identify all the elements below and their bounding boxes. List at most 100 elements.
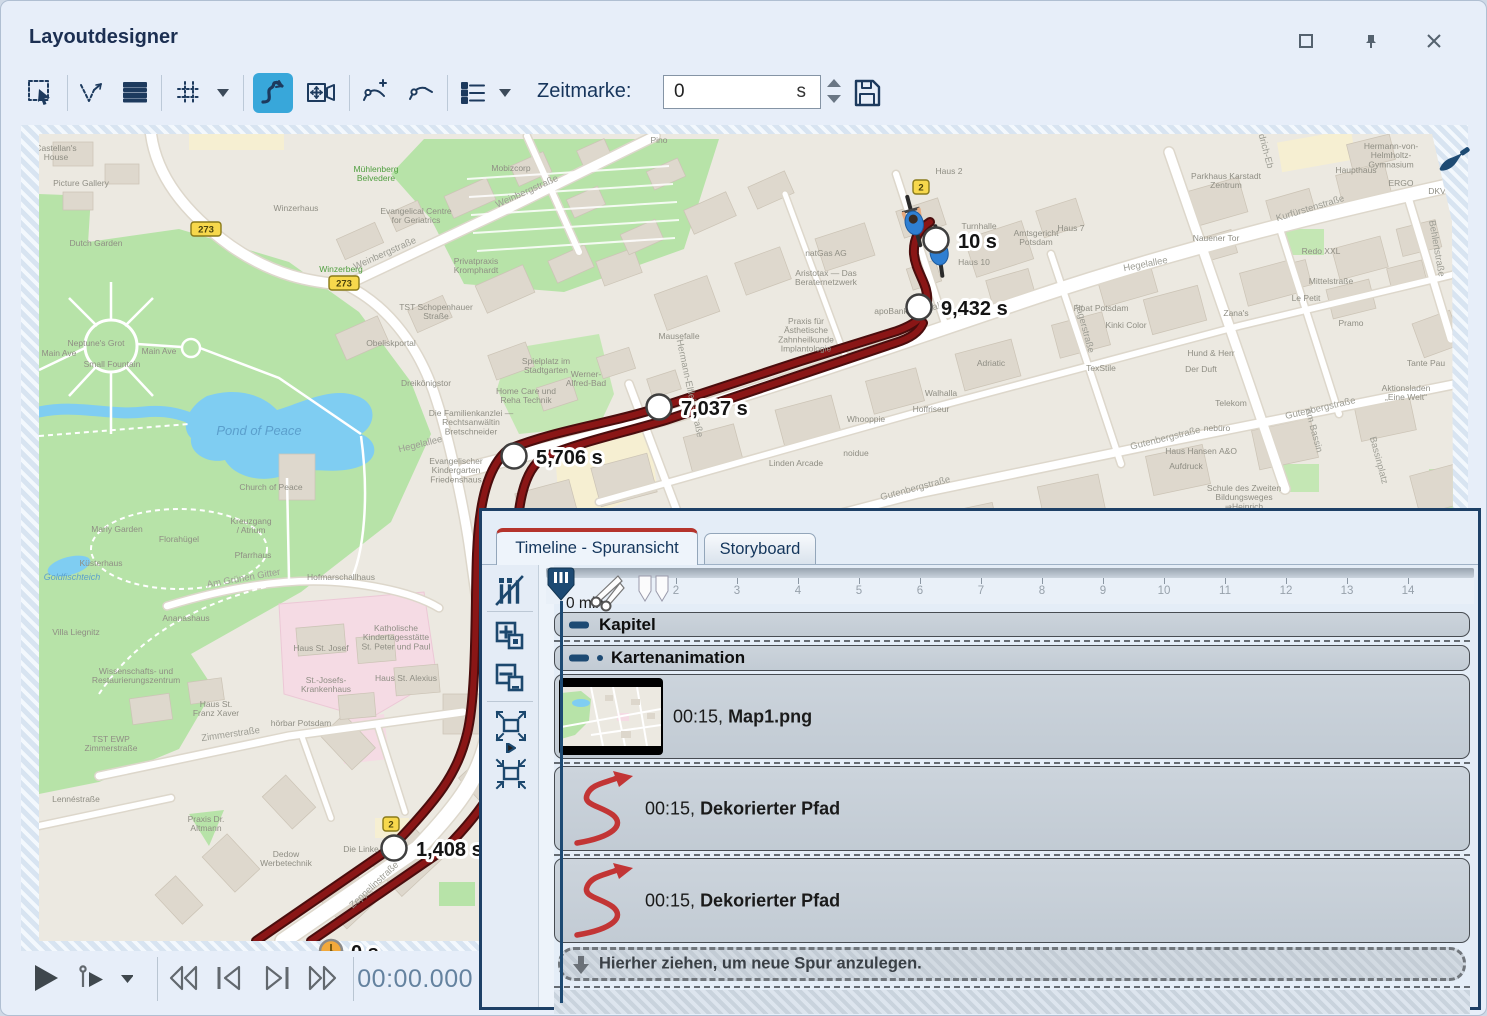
- save-button[interactable]: [847, 73, 887, 113]
- play-icon: [31, 963, 61, 993]
- track-display-options-button[interactable]: [494, 573, 526, 607]
- map-label: Küsterhaus: [80, 558, 123, 568]
- drop-arrow-icon: [571, 955, 591, 975]
- play-button[interactable]: [27, 961, 65, 995]
- clip-dekorierter-pfad-1[interactable]: 00:15, Dekorierter Pfad: [554, 766, 1470, 851]
- edit-path-points-icon: [77, 79, 105, 107]
- close-button[interactable]: [1417, 27, 1451, 55]
- map-label: Pino: [650, 135, 667, 145]
- ruler-number: 7: [978, 585, 984, 597]
- tab-storyboard[interactable]: Storyboard: [704, 533, 816, 565]
- map-label: Mittelstraße: [1309, 276, 1354, 286]
- clip-map1[interactable]: 00:15, Map1.png: [554, 674, 1470, 759]
- ruler-tick: [1286, 578, 1287, 584]
- map-label: Picture Gallery: [53, 178, 109, 188]
- tab-timeline-spuransicht[interactable]: Timeline - Spuransicht: [496, 528, 698, 565]
- map-label: apoBank: [874, 306, 908, 316]
- time-marker[interactable]: [502, 444, 527, 469]
- add-path-node-icon: [361, 79, 389, 107]
- map-label: Le Petit: [1292, 293, 1321, 303]
- grid-button[interactable]: [169, 73, 209, 113]
- skip-to-end-button[interactable]: [257, 961, 295, 995]
- toolbar: Zeitmarke: s: [1, 65, 1486, 123]
- ruler-tick: [1103, 578, 1104, 584]
- camera-pan-icon: [306, 78, 336, 108]
- grid-icon: [175, 79, 203, 107]
- play-options-caret[interactable]: [121, 975, 133, 983]
- map-label: Haus 2: [936, 166, 963, 176]
- map-label: Hermann-von-Helmholtz-Gymnasium: [1364, 141, 1418, 169]
- map-label: Wissenschafts- undRestaurierungszentrum: [92, 666, 180, 685]
- skip-to-start-button[interactable]: [211, 961, 249, 995]
- clip-duration: 00:15,: [645, 798, 695, 818]
- map-label: Ananashaus: [162, 613, 209, 623]
- timeline-ruler[interactable]: 234567891011121314: [546, 578, 1474, 604]
- ruler-groove: [546, 568, 1474, 578]
- add-path-node-button[interactable]: [355, 73, 395, 113]
- cut-tool-icon[interactable]: [588, 573, 628, 613]
- object-list-dropdown-caret[interactable]: [499, 89, 511, 97]
- map-label: noidue: [843, 448, 869, 458]
- map-label: Mausefalle: [658, 331, 699, 341]
- time-marker[interactable]: [382, 836, 407, 861]
- map-label: Aristotax — DasBeraternetzwerk: [795, 268, 858, 287]
- maximize-button[interactable]: [1289, 27, 1323, 55]
- map-label: Hund & Herr: [1187, 348, 1234, 358]
- zeitmarke-spinner[interactable]: [825, 77, 843, 107]
- draw-curve-icon: [258, 78, 288, 108]
- map-label: Spielplatz imStadtgarten: [522, 356, 570, 375]
- tab-label: Timeline - Spuransicht: [515, 539, 679, 558]
- track-stack-icon: [121, 79, 149, 107]
- ruler-number: 14: [1402, 585, 1415, 597]
- collapse-badge[interactable]: [569, 621, 589, 628]
- map-label: Aufdruck: [1169, 461, 1203, 471]
- timeline-panel: Timeline - Spuransicht Storyboard: [479, 508, 1481, 1010]
- map-label: Neptune's Grot: [68, 338, 126, 348]
- map-label: Obeliskportal: [366, 338, 416, 348]
- clip-dekorierter-pfad-2[interactable]: 00:15, Dekorierter Pfad: [554, 858, 1470, 943]
- map-label: Die Linke: [343, 844, 379, 854]
- zeitmarke-input[interactable]: [672, 80, 776, 104]
- pin-button[interactable]: [1354, 27, 1388, 55]
- time-marker-label: 10 s: [958, 231, 997, 253]
- edit-path-points-button[interactable]: [71, 73, 111, 113]
- collapse-badge[interactable]: [569, 655, 589, 662]
- save-icon: [851, 77, 883, 109]
- split-tool-icon[interactable]: [638, 575, 672, 603]
- playhead-line[interactable]: [560, 601, 563, 1003]
- corner-path-node-button[interactable]: [401, 73, 441, 113]
- object-list-button[interactable]: [453, 73, 493, 113]
- time-marker[interactable]: [647, 395, 672, 420]
- draw-curve-button[interactable]: [253, 73, 293, 113]
- corner-path-node-icon: [407, 79, 435, 107]
- map-label: Turnhalle: [961, 221, 996, 231]
- map-label: Haus St. Josef: [293, 643, 349, 653]
- clip-label: 00:15, Dekorierter Pfad: [645, 890, 840, 911]
- clip-name: Dekorierter Pfad: [700, 798, 840, 818]
- map-label: MühlenbergBelvedere: [354, 164, 399, 183]
- track-group-kartenanimation[interactable]: Kartenanimation: [554, 645, 1470, 671]
- grid-dropdown-caret[interactable]: [217, 89, 229, 97]
- camera-pan-button[interactable]: [301, 73, 341, 113]
- row-separator: [554, 854, 1470, 856]
- map-label: Telekom: [1215, 398, 1247, 408]
- rewind-button[interactable]: [165, 961, 203, 995]
- layoutdesigner-window: Layoutdesigner: [0, 0, 1487, 1016]
- select-objects-button[interactable]: [21, 73, 61, 113]
- brush-icon[interactable]: [1427, 137, 1475, 185]
- map-label: Redo XXL: [1302, 246, 1341, 256]
- toolbar-separator: [349, 75, 350, 111]
- new-track-dropzone[interactable]: Hierher ziehen, um neue Spur anzulegen.: [558, 947, 1466, 981]
- play-from-timemark-button[interactable]: [73, 961, 111, 995]
- fast-forward-button[interactable]: [303, 961, 341, 995]
- ruler-number: 3: [734, 585, 740, 597]
- row-separator: [554, 986, 1470, 988]
- time-marker[interactable]: [924, 228, 949, 253]
- object-list-icon: [459, 79, 487, 107]
- map-label: nebüro: [1204, 423, 1231, 433]
- track-stack-button[interactable]: [115, 73, 155, 113]
- track-group-kapitel[interactable]: Kapitel: [554, 612, 1470, 637]
- clip-duration: 00:15,: [645, 890, 695, 910]
- map-label: Tante Pau: [1407, 358, 1446, 368]
- time-marker[interactable]: [907, 295, 932, 320]
